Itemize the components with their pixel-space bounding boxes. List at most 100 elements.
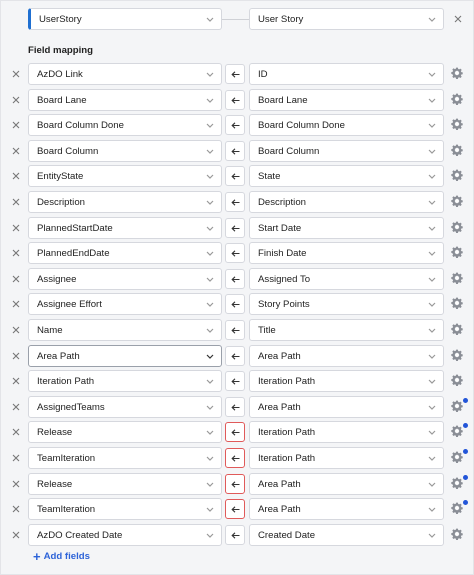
add-fields-button[interactable]: + Add fields	[33, 550, 90, 563]
direction-button[interactable]	[225, 64, 245, 84]
source-field-select[interactable]: TeamIteration	[28, 447, 222, 469]
target-field-select[interactable]: Title	[249, 319, 444, 341]
close-icon[interactable]	[9, 528, 22, 541]
close-icon[interactable]	[9, 93, 22, 106]
source-field-select[interactable]: Board Column Done	[28, 114, 222, 136]
gear-icon[interactable]	[451, 246, 465, 260]
gear-icon[interactable]	[451, 118, 465, 132]
source-field-select[interactable]: Iteration Path	[28, 370, 222, 392]
close-icon[interactable]	[9, 169, 22, 182]
target-field-select[interactable]: Assigned To	[249, 268, 444, 290]
target-field-select[interactable]: Area Path	[249, 473, 444, 495]
target-field-select[interactable]: Description	[249, 191, 444, 213]
direction-button[interactable]	[225, 269, 245, 289]
gear-icon[interactable]	[451, 449, 468, 465]
close-icon[interactable]	[9, 425, 22, 438]
close-icon[interactable]	[9, 502, 22, 515]
close-icon[interactable]	[9, 195, 22, 208]
close-icon[interactable]	[9, 221, 22, 234]
close-icon[interactable]	[9, 374, 22, 387]
direction-button[interactable]	[225, 346, 245, 366]
close-icon[interactable]	[9, 246, 22, 259]
source-field-select[interactable]: EntityState	[28, 165, 222, 187]
target-field-select[interactable]: Board Column	[249, 140, 444, 162]
source-field-select[interactable]: Assignee	[28, 268, 222, 290]
close-icon[interactable]	[9, 144, 22, 157]
direction-button[interactable]	[225, 243, 245, 263]
target-field-select[interactable]: Area Path	[249, 345, 444, 367]
source-field-select[interactable]: Release	[28, 473, 222, 495]
source-field-select[interactable]: AzDO Link	[28, 63, 222, 85]
target-field-select[interactable]: Finish Date	[249, 242, 444, 264]
direction-button[interactable]	[225, 166, 245, 186]
target-type-select[interactable]: User Story	[249, 8, 444, 30]
source-field-select[interactable]: Release	[28, 421, 222, 443]
source-field-select[interactable]: TeamIteration	[28, 498, 222, 520]
source-type-select[interactable]: UserStory	[28, 8, 222, 30]
target-field-select[interactable]: ID	[249, 63, 444, 85]
target-field-select[interactable]: Iteration Path	[249, 421, 444, 443]
gear-icon[interactable]	[451, 297, 465, 311]
source-field-select[interactable]: Description	[28, 191, 222, 213]
source-field-select[interactable]: Name	[28, 319, 222, 341]
gear-icon[interactable]	[451, 93, 465, 107]
gear-icon[interactable]	[451, 349, 465, 363]
direction-button[interactable]	[225, 397, 245, 417]
close-icon[interactable]	[9, 272, 22, 285]
gear-icon[interactable]	[451, 67, 465, 81]
close-icon[interactable]	[9, 477, 22, 490]
close-icon[interactable]	[9, 67, 22, 80]
target-field-select[interactable]: Story Points	[249, 293, 444, 315]
target-field-select[interactable]: Created Date	[249, 524, 444, 546]
source-field-select[interactable]: AzDO Created Date	[28, 524, 222, 546]
source-field-select[interactable]: Board Column	[28, 140, 222, 162]
chevron-down-icon	[425, 528, 439, 542]
source-field-select[interactable]: PlannedStartDate	[28, 217, 222, 239]
gear-icon[interactable]	[451, 144, 465, 158]
close-icon[interactable]	[9, 297, 22, 310]
source-field-select[interactable]: Assignee Effort	[28, 293, 222, 315]
target-field-select[interactable]: Iteration Path	[249, 447, 444, 469]
gear-icon[interactable]	[451, 475, 468, 491]
gear-icon[interactable]	[451, 398, 468, 414]
target-field-select[interactable]: Start Date	[249, 217, 444, 239]
direction-button[interactable]	[225, 90, 245, 110]
source-field-select[interactable]: Board Lane	[28, 89, 222, 111]
close-icon[interactable]	[9, 349, 22, 362]
direction-button[interactable]	[225, 218, 245, 238]
target-field-select[interactable]: Iteration Path	[249, 370, 444, 392]
target-field-select[interactable]: Board Lane	[249, 89, 444, 111]
target-field-select[interactable]: Area Path	[249, 396, 444, 418]
target-field-select[interactable]: Area Path	[249, 498, 444, 520]
close-icon[interactable]	[452, 13, 464, 25]
target-field-select[interactable]: Board Column Done	[249, 114, 444, 136]
direction-button[interactable]	[225, 474, 245, 494]
gear-icon[interactable]	[451, 169, 465, 183]
gear-icon[interactable]	[451, 528, 465, 542]
direction-button[interactable]	[225, 141, 245, 161]
direction-button[interactable]	[225, 320, 245, 340]
direction-button[interactable]	[225, 525, 245, 545]
close-icon[interactable]	[9, 400, 22, 413]
gear-icon[interactable]	[451, 195, 465, 209]
source-field-select[interactable]: PlannedEndDate	[28, 242, 222, 264]
source-field-select[interactable]: Area Path	[28, 345, 222, 367]
gear-icon[interactable]	[451, 423, 468, 439]
direction-button[interactable]	[225, 192, 245, 212]
close-icon[interactable]	[9, 118, 22, 131]
direction-button[interactable]	[225, 115, 245, 135]
close-icon[interactable]	[9, 323, 22, 336]
gear-icon[interactable]	[451, 374, 465, 388]
target-field-select[interactable]: State	[249, 165, 444, 187]
gear-icon[interactable]	[451, 500, 468, 516]
gear-icon[interactable]	[451, 221, 465, 235]
direction-button[interactable]	[225, 294, 245, 314]
gear-icon[interactable]	[451, 323, 465, 337]
source-field-select[interactable]: AssignedTeams	[28, 396, 222, 418]
direction-button[interactable]	[225, 422, 245, 442]
direction-button[interactable]	[225, 448, 245, 468]
direction-button[interactable]	[225, 499, 245, 519]
direction-button[interactable]	[225, 371, 245, 391]
gear-icon[interactable]	[451, 272, 465, 286]
close-icon[interactable]	[9, 451, 22, 464]
